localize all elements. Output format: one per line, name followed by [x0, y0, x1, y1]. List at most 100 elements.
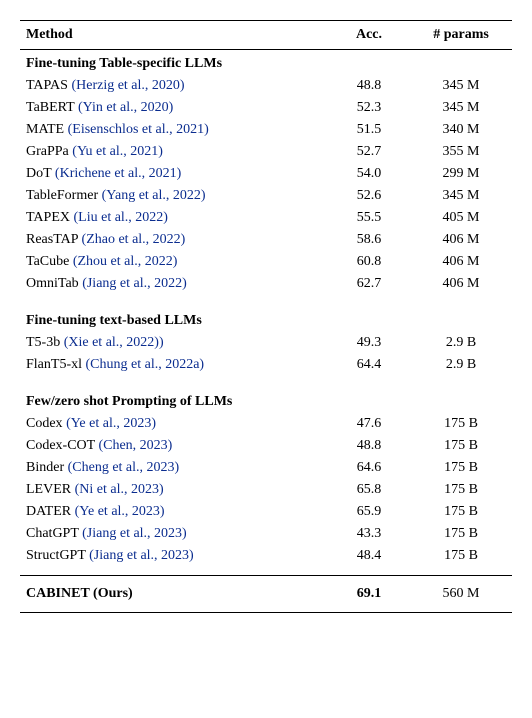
- citation: (Chung et al., 2022a): [86, 357, 205, 372]
- acc-cell: 65.8: [328, 479, 410, 501]
- section-header: Fine-tuning Table-specific LLMs: [20, 50, 512, 76]
- method-cell: OmniTab (Jiang et al., 2022): [20, 273, 328, 295]
- citation: (Krichene et al., 2021): [55, 166, 181, 181]
- params-cell: 345 M: [410, 185, 512, 207]
- method-cell: FlanT5-xl (Chung et al., 2022a): [20, 354, 328, 376]
- acc-cell: 48.8: [328, 435, 410, 457]
- params-cell: 2.9 B: [410, 354, 512, 376]
- table-row: DoT (Krichene et al., 2021)54.0299 M: [20, 163, 512, 185]
- method-name: TAPAS: [26, 78, 71, 93]
- method-name: Codex: [26, 416, 66, 431]
- citation: (Zhao et al., 2022): [82, 232, 186, 247]
- acc-cell: 64.6: [328, 457, 410, 479]
- spacer-row: [20, 295, 512, 303]
- col-acc: Acc.: [328, 21, 410, 50]
- method-cell: Binder (Cheng et al., 2023): [20, 457, 328, 479]
- header-row: Method Acc. # params: [20, 21, 512, 50]
- method-cell: LEVER (Ni et al., 2023): [20, 479, 328, 501]
- table-row: TAPEX (Liu et al., 2022)55.5405 M: [20, 207, 512, 229]
- acc-cell: 52.7: [328, 141, 410, 163]
- method-name: GraPPa: [26, 144, 72, 159]
- citation: (Yu et al., 2021): [72, 144, 163, 159]
- table-row: TaCube (Zhou et al., 2022) 60.8406 M: [20, 251, 512, 273]
- section-title: Fine-tuning Table-specific LLMs: [20, 50, 512, 76]
- table-row: TAPAS (Herzig et al., 2020)48.8345 M: [20, 75, 512, 97]
- params-cell: 299 M: [410, 163, 512, 185]
- table-row: OmniTab (Jiang et al., 2022)62.7406 M: [20, 273, 512, 295]
- table-row: LEVER (Ni et al., 2023)65.8175 B: [20, 479, 512, 501]
- method-name: DoT: [26, 166, 55, 181]
- citation: (Liu et al., 2022): [74, 210, 168, 225]
- method-cell: T5-3b (Xie et al., 2022)): [20, 332, 328, 354]
- params-cell: 175 B: [410, 413, 512, 435]
- acc-cell: 55.5: [328, 207, 410, 229]
- acc-cell: 54.0: [328, 163, 410, 185]
- spacer-row: [20, 376, 512, 384]
- method-cell: TaBERT (Yin et al., 2020): [20, 97, 328, 119]
- method-name: TaBERT: [26, 100, 78, 115]
- method-cell: MATE (Eisenschlos et al., 2021): [20, 119, 328, 141]
- params-cell: 175 B: [410, 523, 512, 545]
- method-name: ChatGPT: [26, 526, 82, 541]
- section-title: Few/zero shot Prompting of LLMs: [20, 384, 512, 413]
- section-header: Few/zero shot Prompting of LLMs: [20, 384, 512, 413]
- params-cell: 175 B: [410, 479, 512, 501]
- table-row: FlanT5-xl (Chung et al., 2022a)64.42.9 B: [20, 354, 512, 376]
- params-cell: 405 M: [410, 207, 512, 229]
- method-name: Binder: [26, 460, 68, 475]
- method-name: DATER: [26, 504, 75, 519]
- col-method: Method: [20, 21, 328, 50]
- acc-cell: 43.3: [328, 523, 410, 545]
- citation: (Chen, 2023): [98, 438, 172, 453]
- method-name: StructGPT: [26, 548, 89, 563]
- params-cell: 345 M: [410, 75, 512, 97]
- citation: (Yang et al., 2022): [102, 188, 206, 203]
- citation: (Jiang et al., 2023): [89, 548, 194, 563]
- method-name: TableFormer: [26, 188, 102, 203]
- method-cell: Codex-COT (Chen, 2023): [20, 435, 328, 457]
- table-row: MATE (Eisenschlos et al., 2021)51.5340 M: [20, 119, 512, 141]
- params-cell: 406 M: [410, 273, 512, 295]
- method-name: ReasTAP: [26, 232, 82, 247]
- acc-cell: 69.1: [328, 576, 410, 613]
- method-cell: CABINET (Ours): [20, 576, 328, 613]
- section-title: Fine-tuning text-based LLMs: [20, 303, 512, 332]
- ours-row: CABINET (Ours)69.1560 M: [20, 576, 512, 613]
- citation: (Jiang et al., 2022): [82, 276, 187, 291]
- acc-cell: 62.7: [328, 273, 410, 295]
- method-cell: ChatGPT (Jiang et al., 2023): [20, 523, 328, 545]
- method-name: TaCube: [26, 254, 73, 269]
- acc-cell: 64.4: [328, 354, 410, 376]
- table-row: StructGPT (Jiang et al., 2023)48.4175 B: [20, 545, 512, 567]
- method-cell: DoT (Krichene et al., 2021): [20, 163, 328, 185]
- spacer-row: [20, 567, 512, 576]
- citation: (Eisenschlos et al., 2021): [68, 122, 209, 137]
- citation: (Zhou et al., 2022): [73, 254, 178, 269]
- table-row: Binder (Cheng et al., 2023)64.6175 B: [20, 457, 512, 479]
- citation: (Ye et al., 2023): [66, 416, 156, 431]
- citation: (Yin et al., 2020): [78, 100, 173, 115]
- params-cell: 560 M: [410, 576, 512, 613]
- acc-cell: 58.6: [328, 229, 410, 251]
- method-cell: Codex (Ye et al., 2023): [20, 413, 328, 435]
- acc-cell: 60.8: [328, 251, 410, 273]
- citation: (Ni et al., 2023): [75, 482, 164, 497]
- params-cell: 175 B: [410, 545, 512, 567]
- acc-cell: 52.6: [328, 185, 410, 207]
- params-cell: 406 M: [410, 251, 512, 273]
- method-name: Codex-COT: [26, 438, 98, 453]
- section-header: Fine-tuning text-based LLMs: [20, 303, 512, 332]
- table-row: Codex-COT (Chen, 2023)48.8175 B: [20, 435, 512, 457]
- method-name: FlanT5-xl: [26, 357, 86, 372]
- params-cell: 340 M: [410, 119, 512, 141]
- params-cell: 175 B: [410, 435, 512, 457]
- acc-cell: 47.6: [328, 413, 410, 435]
- acc-cell: 48.4: [328, 545, 410, 567]
- method-cell: TAPEX (Liu et al., 2022): [20, 207, 328, 229]
- table-row: T5-3b (Xie et al., 2022))49.32.9 B: [20, 332, 512, 354]
- params-cell: 345 M: [410, 97, 512, 119]
- params-cell: 175 B: [410, 501, 512, 523]
- method-cell: StructGPT (Jiang et al., 2023): [20, 545, 328, 567]
- citation: (Xie et al., 2022)): [64, 335, 164, 350]
- method-cell: DATER (Ye et al., 2023): [20, 501, 328, 523]
